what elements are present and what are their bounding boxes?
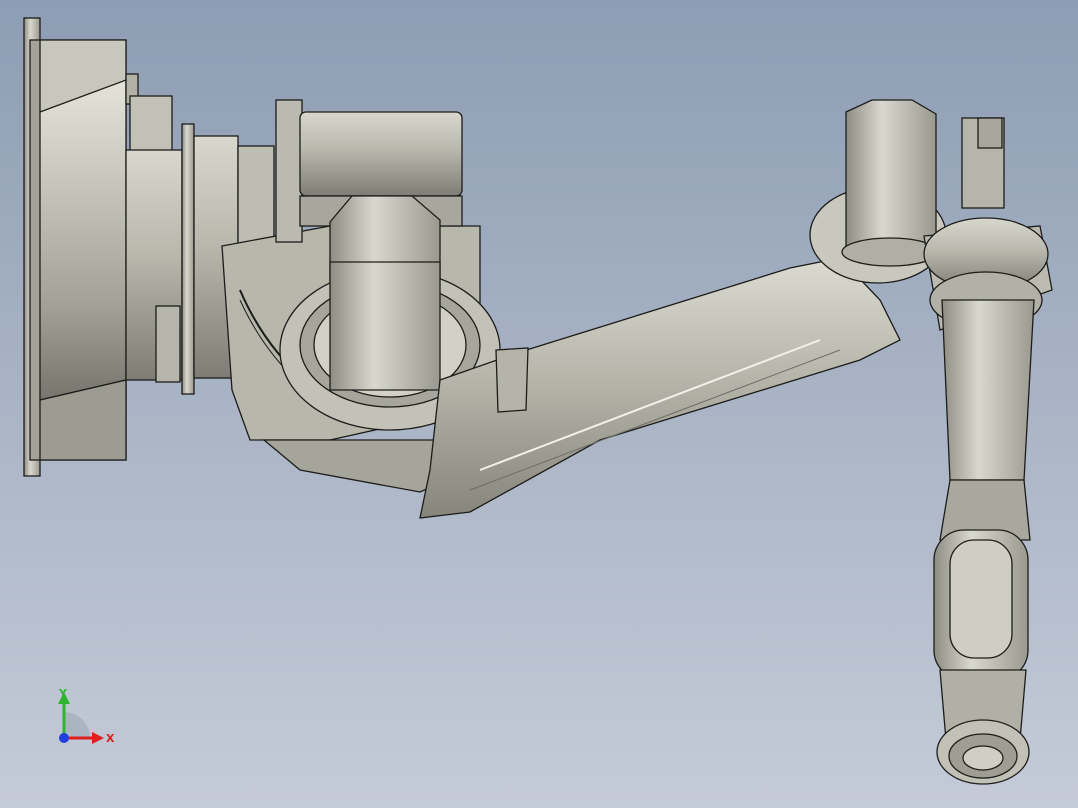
orientation-triad: Y X — [48, 686, 120, 752]
z-axis-dot — [59, 733, 69, 743]
forearm-tube — [933, 529, 1030, 785]
x-axis-label: X — [106, 732, 115, 745]
base-flange — [23, 17, 195, 477]
graphics-viewport[interactable]: Y X — [0, 0, 1078, 808]
upper-arm — [419, 257, 901, 519]
x-arrowhead — [92, 732, 104, 744]
wrist-assembly — [923, 217, 1053, 541]
triad-sector — [64, 712, 90, 738]
robot-arm-model[interactable] — [0, 0, 1078, 808]
y-axis-label: Y — [58, 687, 68, 700]
triad-graphic: Y X — [58, 687, 115, 745]
